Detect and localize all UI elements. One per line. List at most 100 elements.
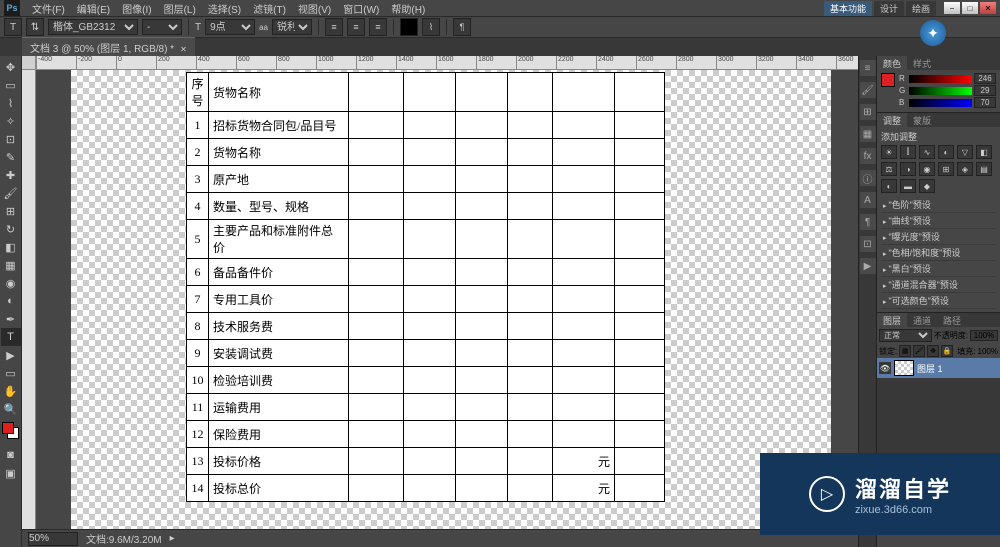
paths-tab[interactable]: 路径 bbox=[937, 313, 967, 327]
blend-mode-select[interactable]: 正常 bbox=[879, 329, 932, 342]
photo-filter-icon[interactable]: ◉ bbox=[919, 162, 935, 176]
eraser-tool[interactable]: ◧ bbox=[1, 238, 21, 256]
swatch-panel-icon[interactable]: ▦ bbox=[860, 126, 876, 142]
font-family-select[interactable]: 楷体_GB2312 bbox=[48, 19, 138, 35]
preset-item[interactable]: "色阶"预设 bbox=[881, 197, 996, 213]
menu-window[interactable]: 窗口(W) bbox=[337, 1, 385, 16]
window-maximize[interactable]: □ bbox=[962, 2, 978, 14]
marquee-tool[interactable]: ▭ bbox=[1, 76, 21, 94]
masks-tab[interactable]: 蒙版 bbox=[907, 113, 937, 127]
font-style-select[interactable]: - bbox=[142, 19, 182, 35]
workspace-essentials[interactable]: 基本功能 bbox=[824, 1, 872, 16]
ruler-vertical[interactable] bbox=[22, 70, 36, 529]
zoom-input[interactable] bbox=[28, 532, 78, 546]
clone-panel-icon[interactable]: ⊞ bbox=[860, 104, 876, 120]
workspace-paint[interactable]: 绘画 bbox=[906, 1, 936, 16]
vibrance-icon[interactable]: ▽ bbox=[957, 145, 973, 159]
menu-view[interactable]: 视图(V) bbox=[292, 1, 337, 16]
menu-image[interactable]: 图像(I) bbox=[116, 1, 157, 16]
red-slider[interactable] bbox=[909, 75, 972, 83]
action-panel-icon[interactable]: ▶ bbox=[860, 258, 876, 274]
adjustments-tab[interactable]: 调整 bbox=[877, 113, 907, 127]
lock-position-icon[interactable]: ✥ bbox=[927, 345, 939, 357]
type-tool[interactable]: T bbox=[1, 328, 21, 346]
font-size-select[interactable]: 9点 bbox=[205, 19, 255, 35]
para-panel-icon[interactable]: ¶ bbox=[860, 214, 876, 230]
color-swatches[interactable] bbox=[2, 422, 19, 442]
window-minimize[interactable]: − bbox=[944, 2, 960, 14]
balance-icon[interactable]: ⚖ bbox=[881, 162, 897, 176]
type-tool-preset[interactable]: T bbox=[4, 18, 22, 36]
blue-value[interactable]: 70 bbox=[974, 97, 996, 108]
threshold-icon[interactable]: ◐ bbox=[881, 179, 897, 193]
history-brush-tool[interactable]: ↻ bbox=[1, 220, 21, 238]
info-panel-icon[interactable]: ⓘ bbox=[860, 170, 876, 186]
brightness-icon[interactable]: ☀ bbox=[881, 145, 897, 159]
align-right-icon[interactable]: ≡ bbox=[369, 18, 387, 36]
channel-mixer-icon[interactable]: ⊞ bbox=[938, 162, 954, 176]
blur-tool[interactable]: ◉ bbox=[1, 274, 21, 292]
screen-mode-icon[interactable]: ▣ bbox=[1, 464, 21, 482]
align-left-icon[interactable]: ≡ bbox=[325, 18, 343, 36]
text-color-swatch[interactable] bbox=[400, 18, 418, 36]
levels-icon[interactable]: ⫿ bbox=[900, 145, 916, 159]
menu-edit[interactable]: 编辑(E) bbox=[71, 1, 116, 16]
lasso-tool[interactable]: ⌇ bbox=[1, 94, 21, 112]
move-tool[interactable]: ✥ bbox=[1, 58, 21, 76]
foreground-color[interactable] bbox=[2, 422, 14, 434]
color-preview[interactable] bbox=[881, 73, 895, 87]
brush-tool[interactable]: 🖌 bbox=[1, 184, 21, 202]
layer-thumbnail[interactable] bbox=[894, 360, 914, 376]
gradient-tool[interactable]: ▦ bbox=[1, 256, 21, 274]
posterize-icon[interactable]: ▤ bbox=[976, 162, 992, 176]
layer-name[interactable]: 图层 1 bbox=[917, 362, 943, 375]
eyedropper-tool[interactable]: ✎ bbox=[1, 148, 21, 166]
align-center-icon[interactable]: ≡ bbox=[347, 18, 365, 36]
text-orientation-icon[interactable]: ⇅ bbox=[26, 18, 44, 36]
style-panel-icon[interactable]: fx bbox=[860, 148, 876, 164]
hand-tool[interactable]: ✋ bbox=[1, 382, 21, 400]
opacity-value[interactable]: 100% bbox=[970, 330, 998, 341]
shape-tool[interactable]: ▭ bbox=[1, 364, 21, 382]
preset-item[interactable]: "可选颜色"预设 bbox=[881, 293, 996, 309]
preset-item[interactable]: "色相/饱和度"预设 bbox=[881, 245, 996, 261]
warp-text-icon[interactable]: ⌇ bbox=[422, 18, 440, 36]
fill-value[interactable]: 100% bbox=[978, 347, 998, 356]
menu-filter[interactable]: 滤镜(T) bbox=[247, 1, 292, 16]
status-arrow-icon[interactable]: ▸ bbox=[170, 533, 175, 544]
red-value[interactable]: 246 bbox=[974, 73, 996, 84]
bw-icon[interactable]: ◑ bbox=[900, 162, 916, 176]
preset-item[interactable]: "黑白"预设 bbox=[881, 261, 996, 277]
antialias-select[interactable]: 锐利 bbox=[272, 19, 312, 35]
canvas-viewport[interactable]: 序号 货物名称 1 招标货物合同包/品目号 2 货物名称 3 原产地 4 数量、… bbox=[36, 70, 858, 529]
preset-item[interactable]: "通道混合器"预设 bbox=[881, 277, 996, 293]
channels-tab[interactable]: 通道 bbox=[907, 313, 937, 327]
history-panel-icon[interactable]: ≡ bbox=[860, 60, 876, 76]
curves-icon[interactable]: ∿ bbox=[919, 145, 935, 159]
gradient-map-icon[interactable]: ▬ bbox=[900, 179, 916, 193]
color-tab[interactable]: 颜色 bbox=[877, 56, 907, 70]
stamp-tool[interactable]: ⊞ bbox=[1, 202, 21, 220]
menu-select[interactable]: 选择(S) bbox=[202, 1, 247, 16]
char-panel-icon[interactable]: A bbox=[860, 192, 876, 208]
window-close[interactable]: ✕ bbox=[980, 2, 996, 14]
brush-panel-icon[interactable]: 🖌 bbox=[860, 82, 876, 98]
heal-tool[interactable]: ✚ bbox=[1, 166, 21, 184]
dodge-tool[interactable]: ◐ bbox=[1, 292, 21, 310]
exposure-icon[interactable]: ◐ bbox=[938, 145, 954, 159]
lock-all-icon[interactable]: 🔒 bbox=[941, 345, 953, 357]
document-tab[interactable]: 文档 3 @ 50% (图层 1, RGB/8) *✕ bbox=[22, 37, 195, 57]
layers-tab[interactable]: 图层 bbox=[877, 313, 907, 327]
wand-tool[interactable]: ✧ bbox=[1, 112, 21, 130]
crop-tool[interactable]: ⊡ bbox=[1, 130, 21, 148]
layer-visibility-icon[interactable]: 👁 bbox=[879, 362, 891, 374]
workspace-design[interactable]: 设计 bbox=[874, 1, 904, 16]
preset-item[interactable]: "曝光度"预设 bbox=[881, 229, 996, 245]
menu-file[interactable]: 文件(F) bbox=[26, 1, 71, 16]
menu-layer[interactable]: 图层(L) bbox=[158, 1, 202, 16]
green-value[interactable]: 29 bbox=[974, 85, 996, 96]
menu-help[interactable]: 帮助(H) bbox=[385, 1, 431, 16]
zoom-tool[interactable]: 🔍 bbox=[1, 400, 21, 418]
styles-tab[interactable]: 样式 bbox=[907, 56, 937, 70]
pen-tool[interactable]: ✒ bbox=[1, 310, 21, 328]
